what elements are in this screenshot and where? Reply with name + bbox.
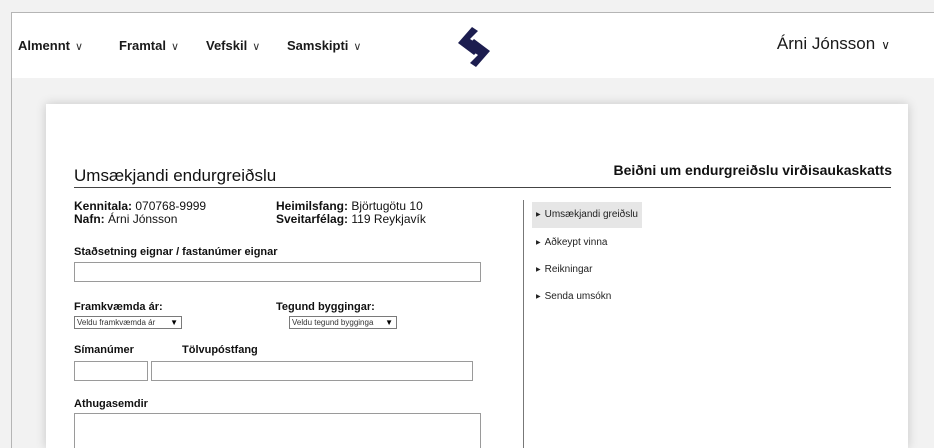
kennitala-row: Kennitala: 070768-9999 bbox=[74, 199, 206, 213]
sveitarfelag-label: Sveitarfélag: bbox=[276, 212, 349, 226]
triangle-right-icon: ▶ bbox=[536, 267, 541, 273]
sidebar-item-adkeypt-vinna[interactable]: ▶ Aðkeypt vinna bbox=[532, 230, 642, 256]
chevron-down-icon: ∨ bbox=[353, 41, 362, 53]
dropdown-arrow-icon: ▼ bbox=[170, 318, 178, 327]
phone-label: Símanúmer bbox=[74, 344, 134, 356]
nav-almennt-label: Almennt bbox=[18, 38, 70, 53]
email-input[interactable] bbox=[151, 361, 473, 381]
nav-framtal-label: Framtal bbox=[119, 38, 166, 53]
triangle-right-icon: ▶ bbox=[536, 212, 541, 218]
type-select[interactable]: Veldu tegund bygginga ▼ bbox=[289, 316, 397, 329]
sidebar-item-label: Umsækjandi greiðslu bbox=[544, 209, 638, 220]
kennitala-value: 070768-9999 bbox=[135, 199, 207, 213]
nav-vefskil-label: Vefskil bbox=[206, 38, 248, 53]
chevron-down-icon: ∨ bbox=[881, 38, 890, 52]
email-label: Tölvupóstfang bbox=[182, 344, 258, 356]
page-title: Umsækjandi endurgreiðslu bbox=[74, 166, 277, 185]
location-label: Staðsetning eignar / fastanúmer eignar bbox=[74, 246, 278, 258]
sidebar-item-reikningar[interactable]: ▶ Reikningar bbox=[532, 257, 642, 283]
column-divider bbox=[523, 200, 524, 448]
title-divider bbox=[74, 187, 891, 188]
top-navigation-bar: Almennt ∨ Framtal ∨ Vefskil ∨ Samskipti ∨ Ár… bbox=[12, 13, 934, 78]
heimilisfang-label: Heimilsfang: bbox=[276, 199, 349, 213]
phone-input[interactable] bbox=[74, 361, 148, 381]
sidebar-item-label: Senda umsókn bbox=[544, 291, 612, 302]
year-select[interactable]: Veldu framkvæmda ár ▼ bbox=[74, 316, 182, 329]
nav-samskipti-label: Samskipti bbox=[287, 38, 349, 53]
heimilisfang-value: Björtugötu 10 bbox=[351, 199, 423, 213]
nav-almennt[interactable]: Almennt ∨ bbox=[18, 38, 83, 53]
brand-logo-icon[interactable] bbox=[452, 25, 496, 69]
triangle-right-icon: ▶ bbox=[536, 240, 541, 246]
sidebar-item-label: Aðkeypt vinna bbox=[544, 237, 608, 248]
form-card: Umsækjandi endurgreiðslu Beiðni um endur… bbox=[46, 104, 908, 448]
location-input[interactable] bbox=[74, 262, 481, 282]
nafn-row: Nafn: Árni Jónsson bbox=[74, 212, 177, 226]
dropdown-arrow-icon: ▼ bbox=[385, 318, 393, 327]
nafn-label: Nafn: bbox=[74, 212, 105, 226]
chevron-down-icon: ∨ bbox=[252, 41, 261, 53]
sidebar-item-label: Reikningar bbox=[544, 264, 593, 275]
year-select-value: Veldu framkvæmda ár bbox=[77, 318, 156, 327]
nav-samskipti[interactable]: Samskipti ∨ bbox=[287, 38, 361, 53]
chevron-down-icon: ∨ bbox=[75, 41, 84, 53]
chevron-down-icon: ∨ bbox=[170, 41, 180, 53]
nafn-value: Árni Jónsson bbox=[108, 212, 178, 226]
type-select-value: Veldu tegund bygginga bbox=[292, 318, 374, 327]
heimilisfang-row: Heimilsfang: Björtugötu 10 bbox=[276, 199, 423, 213]
page-subtitle: Beiðni um endurgreiðslu virðisaukaskatts bbox=[613, 162, 892, 178]
user-name: Árni Jónsson bbox=[776, 34, 876, 53]
sveitarfelag-row: Sveitarfélag: 119 Reykjavík bbox=[276, 212, 426, 226]
type-label: Tegund byggingar: bbox=[276, 301, 375, 313]
triangle-right-icon: ▶ bbox=[536, 294, 541, 300]
user-menu[interactable]: Árni Jónsson ∨ bbox=[777, 34, 890, 54]
notes-label: Athugasemdir bbox=[74, 398, 148, 410]
notes-textarea[interactable] bbox=[74, 413, 481, 448]
year-label: Framkvæmda ár: bbox=[74, 301, 163, 313]
sidebar-item-umsaekjandi[interactable]: ▶ Umsækjandi greiðslu bbox=[532, 202, 642, 228]
sveitarfelag-value: 119 Reykjavík bbox=[351, 212, 426, 226]
nav-vefskil[interactable]: Vefskil ∨ bbox=[206, 38, 260, 53]
kennitala-label: Kennitala: bbox=[74, 199, 133, 213]
sidebar-item-senda-umsokn[interactable]: ▶ Senda umsókn bbox=[532, 284, 642, 310]
nav-framtal[interactable]: Framtal ∨ bbox=[119, 38, 179, 53]
